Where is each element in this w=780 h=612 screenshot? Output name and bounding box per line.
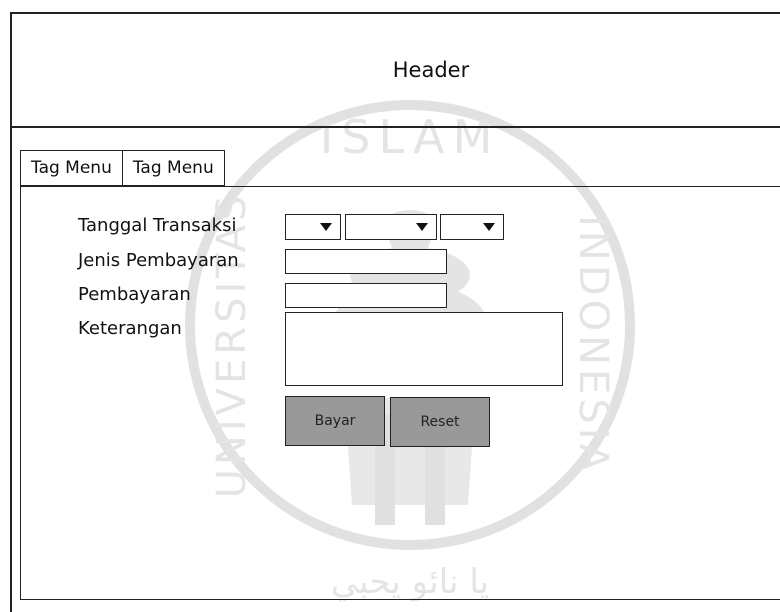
tab-bar: Tag Menu Tag Menu — [20, 150, 225, 186]
tab-menu-1[interactable]: Tag Menu — [20, 150, 123, 186]
label-keterangan: Keterangan — [78, 318, 182, 339]
jenis-pembayaran-input[interactable] — [285, 249, 447, 274]
bayar-button[interactable]: Bayar — [285, 396, 385, 446]
tab-menu-2[interactable]: Tag Menu — [122, 150, 225, 186]
label-pembayaran: Pembayaran — [78, 284, 191, 305]
label-jenis-pembayaran: Jenis Pembayaran — [78, 250, 239, 271]
date-day-select[interactable] — [285, 214, 341, 240]
label-tanggal-transaksi: Tanggal Transaksi — [78, 215, 237, 236]
pembayaran-input[interactable] — [285, 283, 447, 308]
page-header: Header — [12, 14, 780, 128]
chevron-down-icon — [416, 223, 428, 231]
date-month-select[interactable] — [345, 214, 437, 240]
chevron-down-icon — [320, 223, 332, 231]
keterangan-textarea[interactable] — [285, 312, 563, 386]
chevron-down-icon — [483, 223, 495, 231]
reset-button[interactable]: Reset — [390, 397, 490, 447]
date-year-select[interactable] — [440, 214, 504, 240]
header-title: Header — [392, 58, 470, 82]
